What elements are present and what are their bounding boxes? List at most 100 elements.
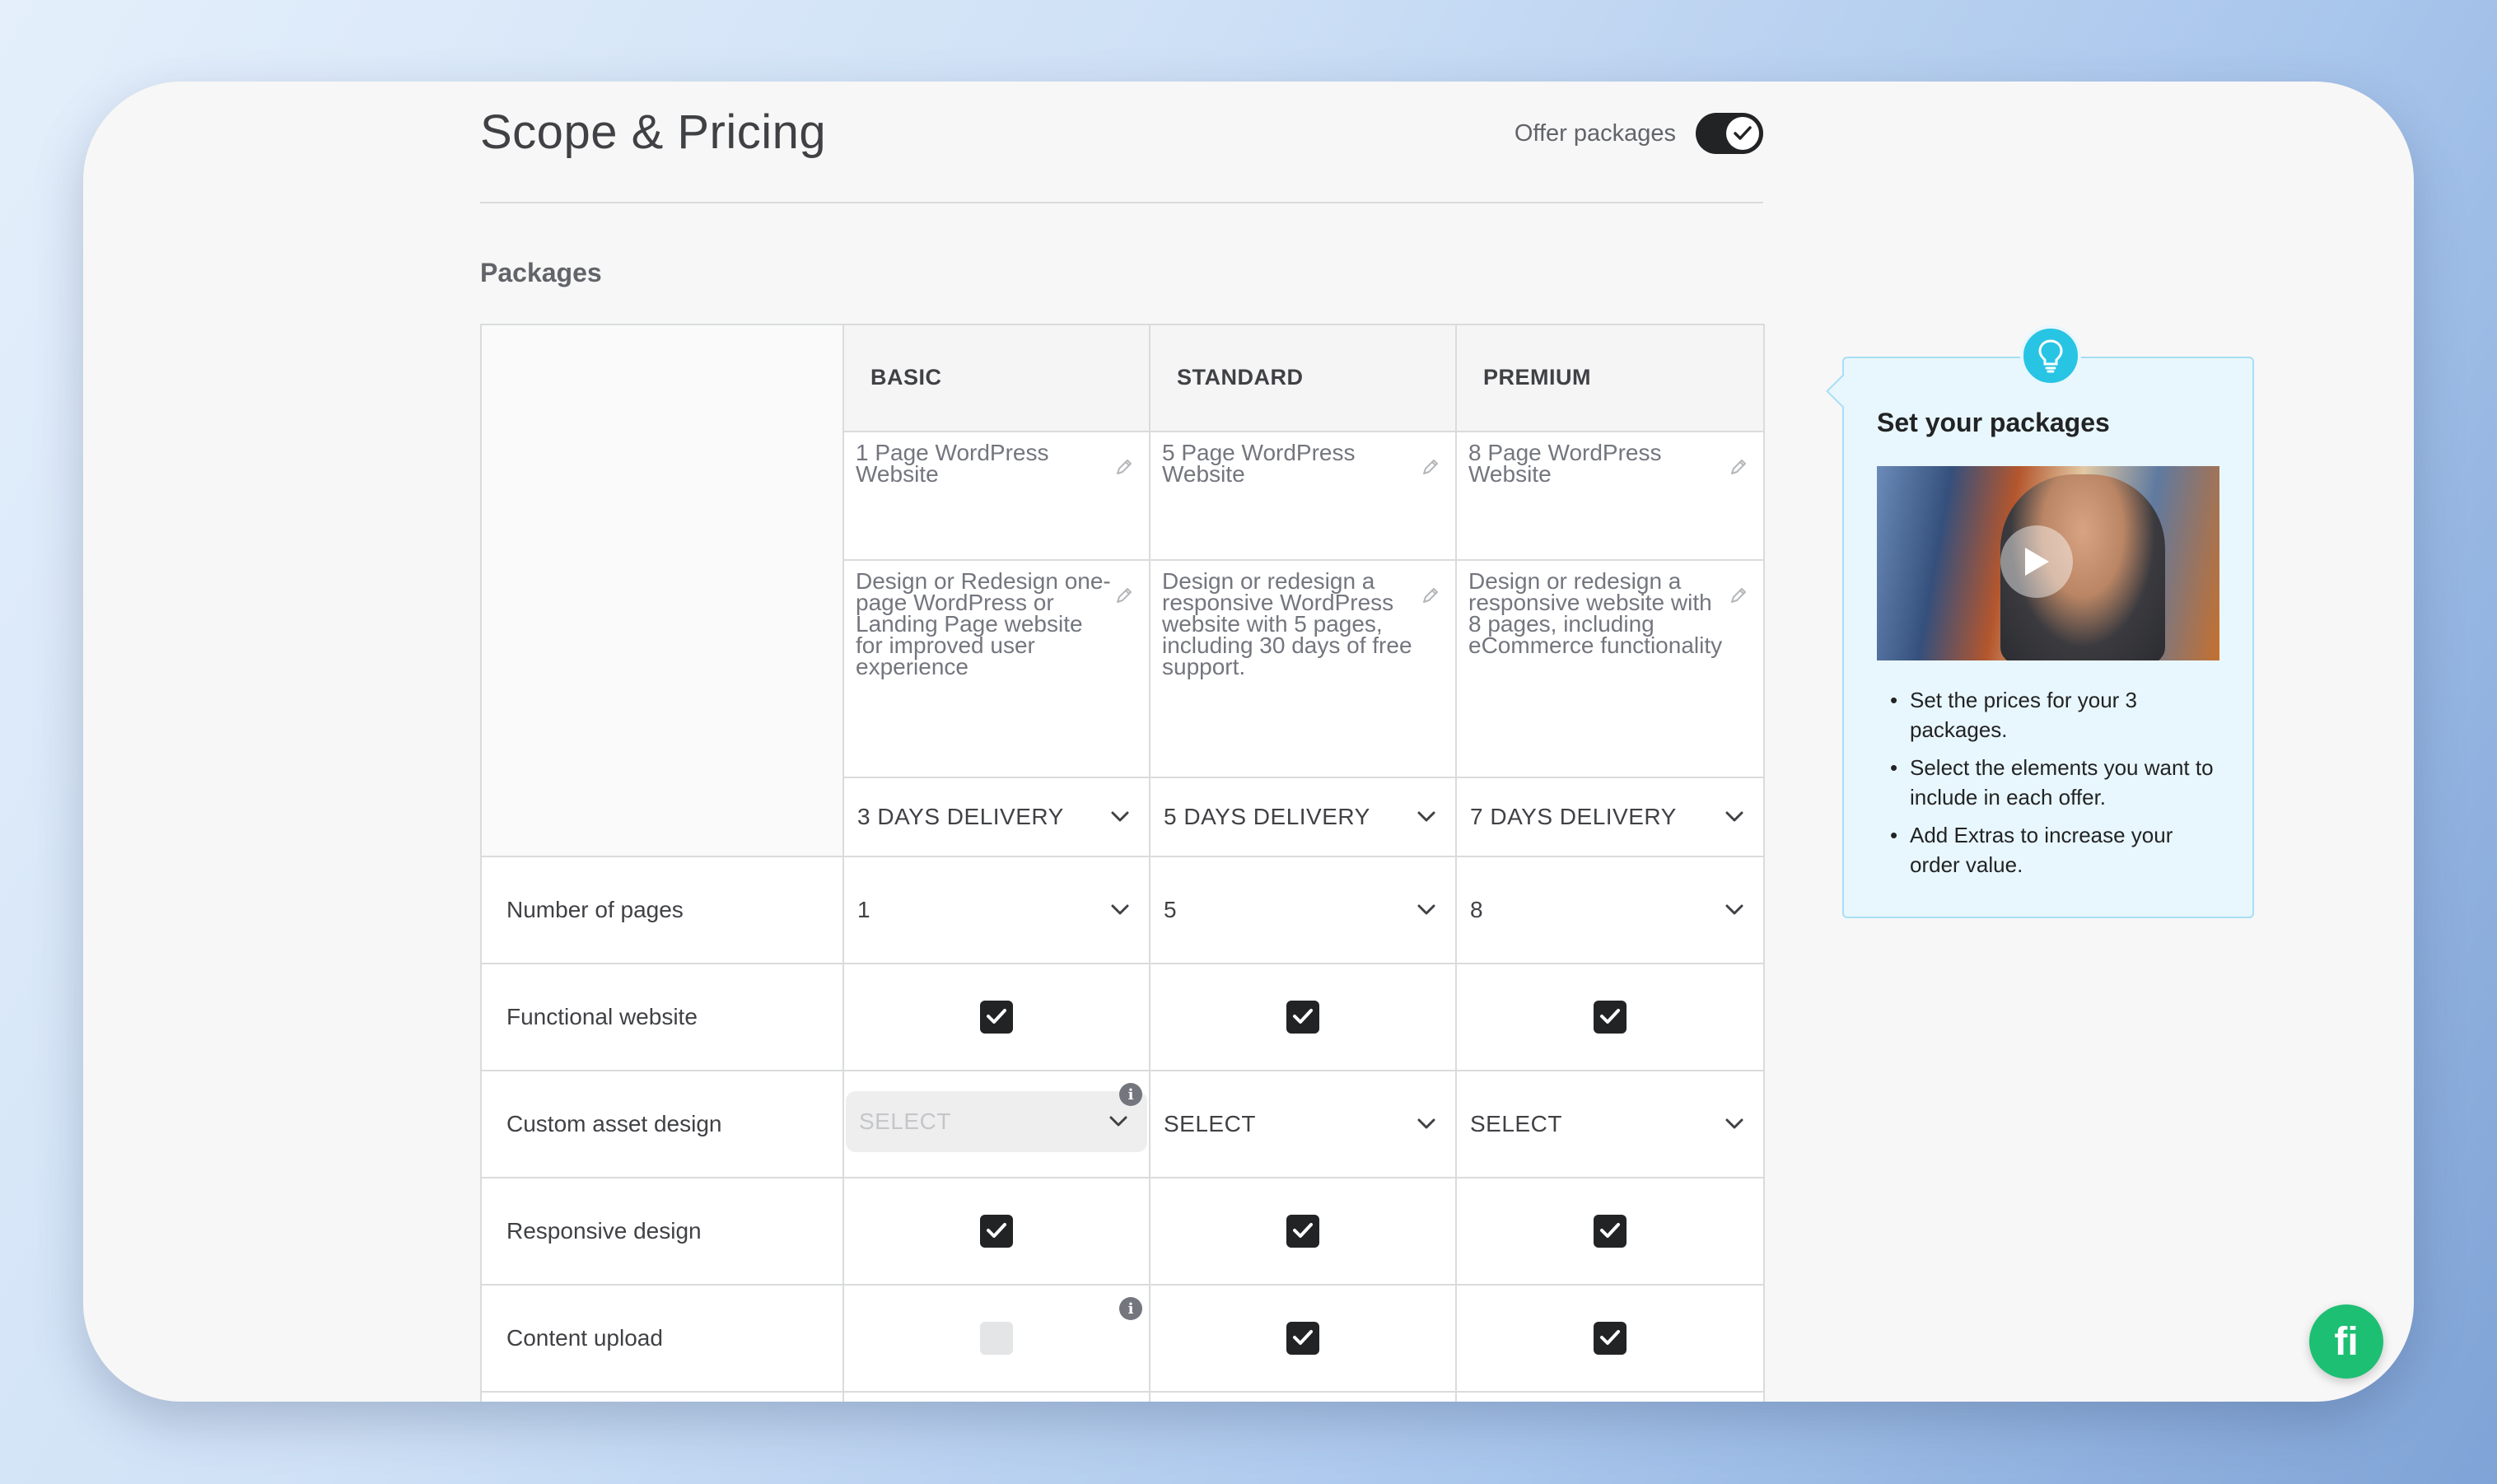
custom-asset-select-basic[interactable]: SELECT	[846, 1091, 1147, 1152]
page-title: Scope & Pricing	[480, 105, 827, 159]
tier-standard: STANDARD	[1149, 324, 1457, 432]
chevron-down-icon	[1417, 1118, 1435, 1129]
custom-asset-select-standard[interactable]: SELECT	[1149, 1070, 1457, 1178]
package-name-standard[interactable]: 5 Page WordPress Website	[1149, 431, 1457, 561]
tier-premium: PREMIUM	[1455, 324, 1765, 432]
pencil-icon[interactable]	[1421, 586, 1440, 605]
pencil-icon[interactable]	[1114, 457, 1134, 477]
row-label-number-of-pages: Number of pages	[480, 856, 844, 964]
package-description-basic[interactable]: Design or Redesign one-page WordPress or…	[842, 559, 1150, 778]
custom-asset-design-row: Custom asset design SELECT i SELECT SELE…	[480, 1070, 1765, 1178]
package-name-premium[interactable]: 8 Page WordPress Website	[1455, 431, 1765, 561]
content-upload-cell	[1455, 1284, 1765, 1393]
pencil-icon[interactable]	[1114, 586, 1134, 605]
pages-select-standard[interactable]: 5	[1149, 856, 1457, 964]
tip-list: Set the prices for your 3 packages. Sele…	[1877, 685, 2219, 880]
pencil-icon[interactable]	[1729, 586, 1748, 605]
info-icon[interactable]: i	[1119, 1083, 1142, 1106]
custom-asset-cell-basic: SELECT i	[842, 1070, 1150, 1178]
responsive-design-checkbox-premium[interactable]	[1594, 1215, 1627, 1248]
package-description-premium[interactable]: Design or redesign a responsive website …	[1455, 559, 1765, 778]
pages-select-basic[interactable]: 1	[842, 856, 1150, 964]
content-upload-cell	[1149, 1284, 1457, 1393]
functional-website-row: Functional website	[480, 963, 1765, 1071]
chevron-down-icon	[1109, 1116, 1127, 1127]
package-description-text: Design or redesign a responsive website …	[1468, 568, 1723, 658]
check-icon	[1600, 1009, 1620, 1024]
package-description-text: Design or Redesign one-page WordPress or…	[856, 568, 1111, 679]
play-icon[interactable]	[2000, 525, 2073, 598]
row-label-content-upload: Content upload	[480, 1284, 844, 1393]
content-upload-checkbox-premium[interactable]	[1594, 1322, 1627, 1355]
fiverr-chat-button[interactable]: fi	[2309, 1304, 2383, 1379]
pencil-icon[interactable]	[1729, 457, 1748, 477]
package-description-text: Design or redesign a responsive WordPres…	[1162, 568, 1412, 679]
pages-value: 5	[1164, 897, 1178, 922]
chevron-down-icon	[1725, 904, 1743, 915]
functional-website-cell	[1149, 963, 1457, 1071]
responsive-design-checkbox-standard[interactable]	[1286, 1215, 1319, 1248]
delivery-select-premium[interactable]: 7 DAYS DELIVERY	[1455, 777, 1765, 857]
delivery-select-basic[interactable]: 3 DAYS DELIVERY	[842, 777, 1150, 857]
offer-packages-label: Offer packages	[1514, 119, 1676, 147]
content-upload-checkbox-basic[interactable]	[980, 1322, 1013, 1355]
chevron-down-icon	[1725, 811, 1743, 822]
delivery-select-standard[interactable]: 5 DAYS DELIVERY	[1149, 777, 1457, 857]
responsive-design-row: Responsive design	[480, 1177, 1765, 1286]
pencil-icon[interactable]	[1421, 457, 1440, 477]
content-upload-checkbox-standard[interactable]	[1286, 1322, 1319, 1355]
check-icon	[1293, 1009, 1313, 1024]
tier-basic: BASIC	[842, 324, 1150, 432]
responsive-design-cell	[842, 1177, 1150, 1286]
custom-asset-value: SELECT	[1164, 1111, 1256, 1136]
main-card: Scope & Pricing Offer packages Packages …	[83, 82, 2414, 1402]
pages-select-premium[interactable]: 8	[1455, 856, 1765, 964]
functional-website-cell	[1455, 963, 1765, 1071]
tip-item: Set the prices for your 3 packages.	[1877, 685, 2219, 744]
section-title: Packages	[480, 258, 602, 287]
tier-header-row: BASIC STANDARD PREMIUM	[480, 324, 1765, 857]
next-row-partial	[480, 1391, 1765, 1402]
row-label-functional-website: Functional website	[480, 963, 844, 1071]
check-icon	[987, 1223, 1006, 1238]
delivery-value: 3 DAYS DELIVERY	[857, 804, 1064, 829]
package-name-text: 1 Page WordPress Website	[856, 440, 1049, 487]
info-icon[interactable]: i	[1119, 1297, 1142, 1320]
row-label-custom-asset-design: Custom asset design	[480, 1070, 844, 1178]
check-icon	[1600, 1223, 1620, 1238]
check-icon	[1600, 1330, 1620, 1345]
delivery-value: 7 DAYS DELIVERY	[1470, 804, 1677, 829]
content-upload-cell: i	[842, 1284, 1150, 1393]
chevron-down-icon	[1417, 904, 1435, 915]
check-icon	[987, 1009, 1006, 1024]
responsive-design-checkbox-basic[interactable]	[980, 1215, 1013, 1248]
functional-website-checkbox-premium[interactable]	[1594, 1001, 1627, 1034]
check-icon	[1293, 1330, 1313, 1345]
pages-value: 1	[857, 897, 871, 922]
custom-asset-value: SELECT	[1470, 1111, 1562, 1136]
custom-asset-select-premium[interactable]: SELECT	[1455, 1070, 1765, 1178]
row-label-responsive-design: Responsive design	[480, 1177, 844, 1286]
package-name-basic[interactable]: 1 Page WordPress Website	[842, 431, 1150, 561]
check-icon	[1734, 126, 1752, 140]
offer-packages-control: Offer packages	[1515, 113, 1763, 154]
functional-website-checkbox-basic[interactable]	[980, 1001, 1013, 1034]
chevron-down-icon	[1417, 811, 1435, 822]
label-column-spacer	[480, 324, 844, 857]
functional-website-checkbox-standard[interactable]	[1286, 1001, 1319, 1034]
custom-asset-value: SELECT	[859, 1108, 951, 1134]
delivery-value: 5 DAYS DELIVERY	[1164, 804, 1370, 829]
package-description-standard[interactable]: Design or redesign a responsive WordPres…	[1149, 559, 1457, 778]
tip-item: Select the elements you want to include …	[1877, 753, 2219, 812]
video-thumbnail[interactable]	[1877, 466, 2219, 660]
check-icon	[1293, 1223, 1313, 1238]
offer-packages-toggle[interactable]	[1696, 113, 1763, 154]
package-name-text: 8 Page WordPress Website	[1468, 440, 1662, 487]
fiverr-logo-icon: fi	[2334, 1319, 2359, 1364]
toggle-knob	[1726, 117, 1759, 150]
number-of-pages-row: Number of pages 1 5 8	[480, 856, 1765, 964]
tip-card: Set your packages Set the prices for you…	[1826, 325, 2254, 918]
functional-website-cell	[842, 963, 1150, 1071]
packages-table: BASIC STANDARD PREMIUM 1 Page WordPress …	[480, 324, 1765, 1402]
tip-pointer	[1826, 375, 1859, 408]
